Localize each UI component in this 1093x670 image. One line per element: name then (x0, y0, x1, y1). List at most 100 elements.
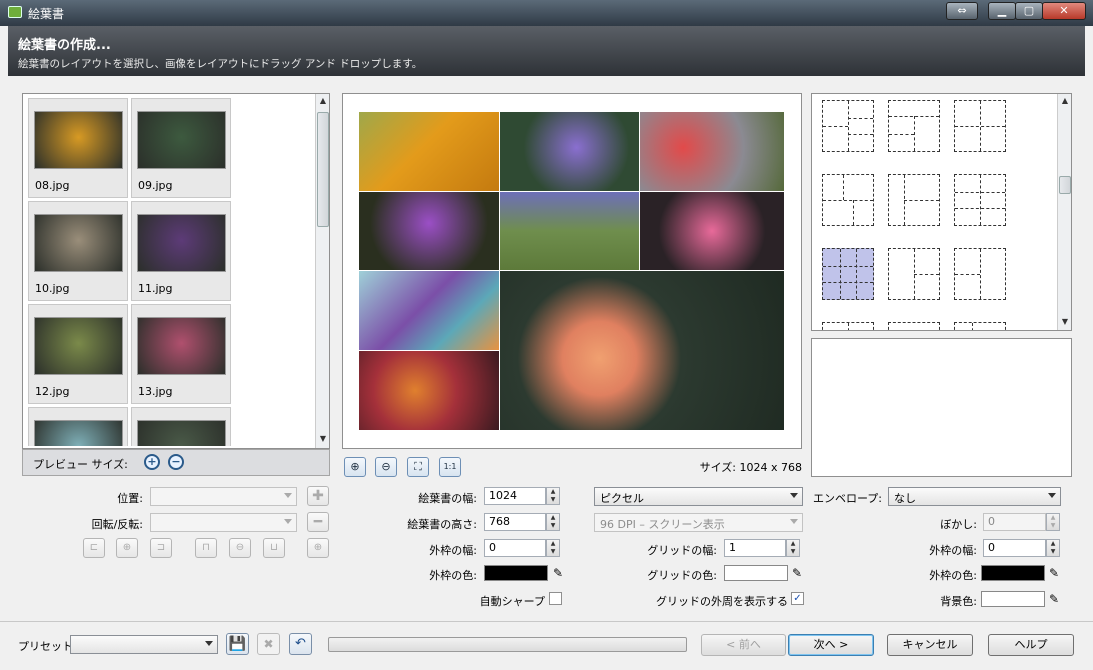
align-right-icon[interactable]: ⊐ (150, 538, 172, 558)
grid-width-spinner[interactable]: ▲ ▼ (786, 539, 800, 557)
layout-option[interactable] (822, 322, 874, 330)
zoom-in-icon[interactable]: + (144, 454, 160, 470)
layout-scroll-thumb[interactable] (1059, 176, 1071, 194)
width-spinner[interactable]: ▲ ▼ (546, 487, 560, 505)
thumbnail-item[interactable]: 09.jpg (131, 98, 231, 198)
blur-spinner[interactable]: ▲ ▼ (1046, 513, 1060, 531)
layout-divider (843, 175, 844, 200)
env-border-width-spinner[interactable]: ▲ ▼ (1046, 539, 1060, 557)
align-left-icon[interactable]: ⊏ (83, 538, 105, 558)
position-select[interactable] (150, 487, 297, 506)
zoom-out-icon[interactable]: − (168, 454, 184, 470)
prev-button[interactable]: < 前へ (701, 634, 786, 656)
dpi-select[interactable]: 96 DPI – スクリーン表示 (594, 513, 803, 532)
reset-icon[interactable]: ↶ (289, 633, 312, 655)
add-icon[interactable]: ✚ (307, 486, 329, 506)
layout-option[interactable] (888, 174, 940, 226)
maximize-button[interactable]: ▢ (1015, 2, 1043, 20)
align-center-h-icon[interactable]: ⊕ (116, 538, 138, 558)
canvas-photo-5[interactable] (500, 192, 639, 270)
thumbnail-item[interactable]: 13.jpg (131, 304, 231, 404)
scroll-up-icon[interactable]: ▲ (316, 94, 330, 108)
canvas-photo-1[interactable] (359, 112, 499, 191)
thumbnail-item[interactable] (28, 407, 128, 446)
layout-scroll-up-icon[interactable]: ▲ (1058, 94, 1072, 108)
help-button[interactable]: ヘルプ (988, 634, 1074, 656)
env-border-color-label: 外枠の色: (929, 569, 977, 582)
layout-divider (889, 133, 914, 135)
layout-option[interactable] (954, 322, 1006, 330)
layout-option[interactable] (954, 174, 1006, 226)
canvas-photo-3[interactable] (640, 112, 784, 191)
env-border-width-field[interactable]: 0 (983, 539, 1046, 557)
bg-color-swatch[interactable] (981, 591, 1045, 607)
height-field[interactable]: 768 (484, 513, 546, 531)
thumbnail-item[interactable]: 08.jpg (28, 98, 128, 198)
thumbnail-item[interactable]: 11.jpg (131, 201, 231, 301)
grid-width-label: グリッドの幅: (647, 544, 717, 557)
canvas-photo-4[interactable] (359, 192, 499, 270)
bg-eyedropper-icon[interactable]: ✎ (1047, 591, 1061, 607)
scroll-down-icon[interactable]: ▼ (316, 432, 330, 446)
next-button[interactable]: 次へ > (788, 634, 874, 656)
canvas-photo-large[interactable] (500, 271, 784, 430)
center-icon[interactable]: ⊕ (307, 538, 329, 558)
save-preset-icon[interactable]: 💾 (226, 633, 249, 655)
grid-width-field[interactable]: 1 (724, 539, 786, 557)
env-eyedropper-icon[interactable]: ✎ (1047, 565, 1061, 581)
canvas-photo-2[interactable] (500, 112, 639, 191)
layout-scroll-down-icon[interactable]: ▼ (1058, 315, 1072, 329)
layout-option[interactable] (888, 248, 940, 300)
canvas-photo-8[interactable] (359, 351, 499, 430)
grid-color-swatch[interactable] (724, 565, 788, 581)
border-width-field[interactable]: 0 (484, 539, 546, 557)
actual-size-icon[interactable]: 1:1 (439, 457, 461, 477)
width-field[interactable]: 1024 (484, 487, 546, 505)
layout-option[interactable] (954, 100, 1006, 152)
border-width-spinner[interactable]: ▲ ▼ (546, 539, 560, 557)
height-spinner[interactable]: ▲ ▼ (546, 513, 560, 531)
grid-eyedropper-icon[interactable]: ✎ (790, 565, 804, 581)
align-center-v-icon[interactable]: ⊖ (229, 538, 251, 558)
auto-sharpen-checkbox[interactable] (549, 592, 562, 605)
resize-icon[interactable]: ⇔ (946, 2, 978, 20)
canvas-photo-6[interactable] (640, 192, 784, 270)
layout-option[interactable] (888, 322, 940, 330)
align-bottom-icon[interactable]: ⊔ (263, 538, 285, 558)
thumbnail-list: 08.jpg 09.jpg 10.jpg 11.jpg 12.jpg 13.jpg (25, 96, 315, 446)
preset-select[interactable] (70, 635, 218, 654)
layout-option[interactable] (822, 100, 874, 152)
layout-option[interactable] (822, 174, 874, 226)
thumbnail-item[interactable]: 12.jpg (28, 304, 128, 404)
canvas-photo-7[interactable] (359, 271, 499, 350)
thumbnail-item[interactable]: 10.jpg (28, 201, 128, 301)
layout-option[interactable] (822, 248, 874, 300)
cancel-button[interactable]: キャンセル (887, 634, 973, 656)
blur-field[interactable]: 0 (983, 513, 1046, 531)
layout-scrollbar[interactable]: ▲ ▼ (1057, 94, 1071, 330)
eyedropper-icon[interactable]: ✎ (551, 565, 565, 581)
layout-option[interactable] (888, 100, 940, 152)
canvas-zoom-in-icon[interactable]: ⊕ (344, 457, 366, 477)
fit-window-icon[interactable]: ⛶ (407, 457, 429, 477)
postcard-canvas[interactable] (359, 112, 784, 430)
unit-select[interactable]: ピクセル (594, 487, 803, 506)
remove-icon[interactable]: ━ (307, 512, 329, 532)
close-button[interactable]: ✕ (1042, 2, 1086, 20)
rotate-select[interactable] (150, 513, 297, 532)
border-color-swatch[interactable] (484, 565, 548, 581)
envelope-label: エンベロープ: (812, 492, 882, 505)
thumbnail-item[interactable] (131, 407, 231, 446)
align-top-icon[interactable]: ⊓ (195, 538, 217, 558)
env-border-color-swatch[interactable] (981, 565, 1045, 581)
thumbnail-label: 13.jpg (138, 385, 173, 398)
envelope-select[interactable]: なし (888, 487, 1061, 506)
canvas-zoom-out-icon[interactable]: ⊖ (375, 457, 397, 477)
grid-outer-checkbox[interactable]: ✓ (791, 592, 804, 605)
delete-preset-icon[interactable]: ✖ (257, 633, 280, 655)
scroll-thumb[interactable] (317, 112, 329, 227)
layout-divider (848, 323, 849, 330)
thumbnail-scrollbar[interactable]: ▲ ▼ (315, 94, 329, 448)
layout-option[interactable] (954, 248, 1006, 300)
minimize-button[interactable]: ▁ (988, 2, 1016, 20)
